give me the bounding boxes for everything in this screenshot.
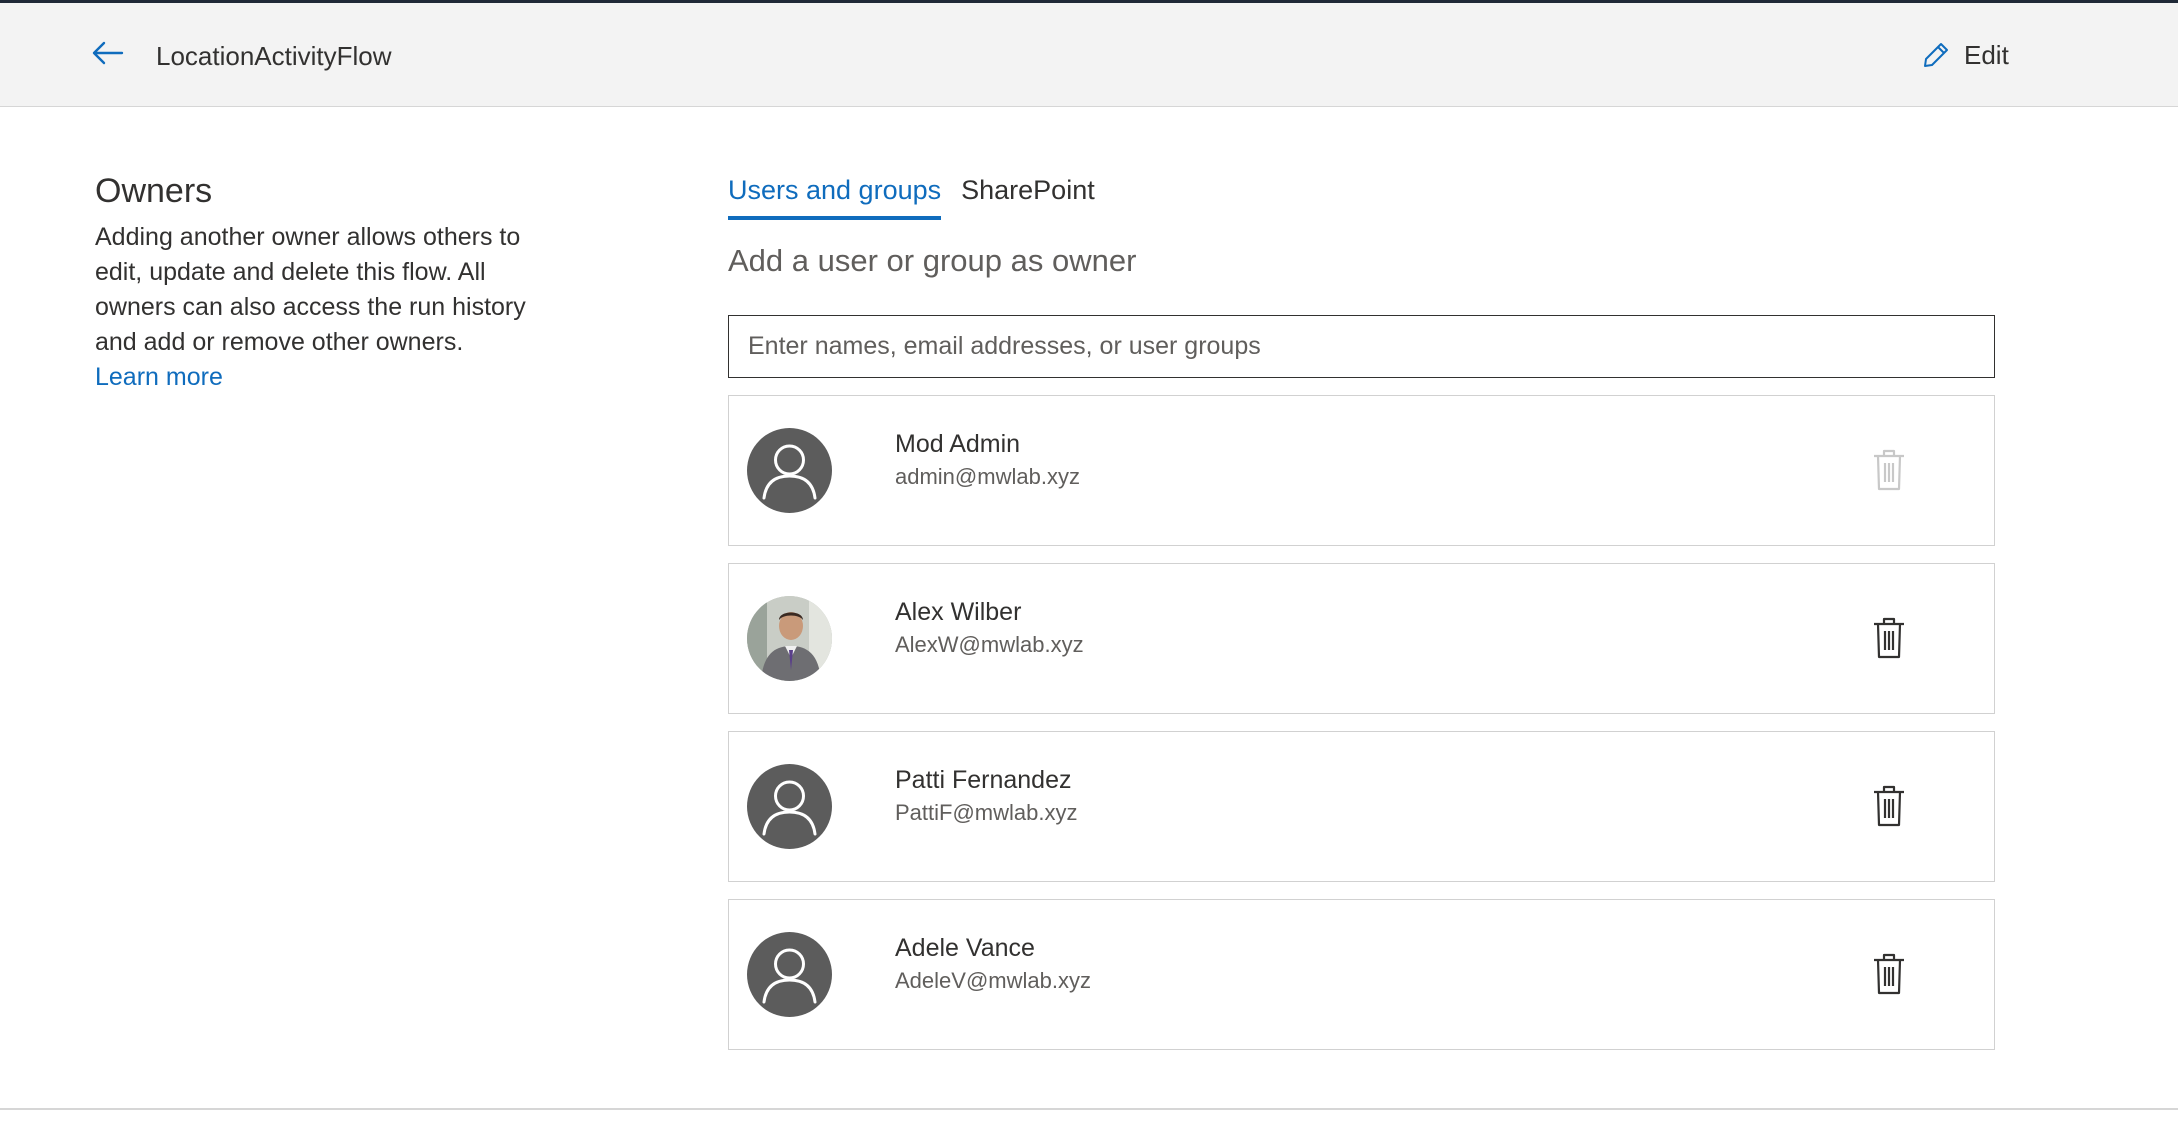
trash-icon bbox=[1874, 617, 1904, 659]
default-person-icon bbox=[762, 444, 817, 500]
owner-email: PattiF@mwlab.xyz bbox=[895, 800, 1078, 825]
learn-more-link[interactable]: Learn more bbox=[95, 360, 223, 395]
arrow-left-icon bbox=[92, 41, 124, 65]
avatar-photo bbox=[747, 596, 832, 681]
owners-title: Owners bbox=[95, 172, 213, 210]
owner-card: Adele Vance AdeleV@mwlab.xyz bbox=[728, 899, 1995, 1050]
owner-card: Mod Admin admin@mwlab.xyz bbox=[728, 395, 1995, 546]
owner-email: AlexW@mwlab.xyz bbox=[895, 632, 1084, 657]
delete-owner-button[interactable] bbox=[1859, 440, 1919, 500]
default-person-icon bbox=[762, 948, 817, 1004]
owner-email: admin@mwlab.xyz bbox=[895, 464, 1080, 489]
owner-name: Adele Vance bbox=[895, 934, 1035, 962]
owner-name: Alex Wilber bbox=[895, 598, 1022, 626]
avatar bbox=[747, 428, 832, 513]
edit-button[interactable]: Edit bbox=[1922, 33, 2009, 77]
profile-photo bbox=[747, 596, 832, 681]
pencil-icon bbox=[1924, 43, 1948, 67]
add-owner-heading: Add a user or group as owner bbox=[728, 243, 1137, 278]
owner-email: AdeleV@mwlab.xyz bbox=[895, 968, 1091, 993]
owners-description: Adding another owner allows others to ed… bbox=[95, 223, 526, 356]
header-bar: LocationActivityFlow Edit bbox=[0, 3, 2178, 107]
flow-title: LocationActivityFlow bbox=[156, 41, 392, 71]
trash-icon bbox=[1874, 953, 1904, 995]
delete-owner-button[interactable] bbox=[1859, 608, 1919, 668]
tab-sharepoint[interactable]: SharePoint bbox=[961, 170, 1095, 220]
owners-info-panel: Owners Adding another owner allows other… bbox=[95, 170, 555, 395]
owner-list: Mod Admin admin@mwlab.xyz Alex Wilber Al… bbox=[728, 395, 1995, 1067]
delete-owner-button[interactable] bbox=[1859, 944, 1919, 1004]
owner-source-tabs: Users and groups SharePoint bbox=[728, 170, 1095, 220]
trash-icon bbox=[1874, 785, 1904, 827]
edit-label: Edit bbox=[1964, 39, 2009, 70]
avatar bbox=[747, 932, 832, 1017]
default-person-icon bbox=[762, 780, 817, 836]
owner-card: Alex Wilber AlexW@mwlab.xyz bbox=[728, 563, 1995, 714]
owner-search-input[interactable] bbox=[728, 315, 1995, 378]
tab-users-and-groups[interactable]: Users and groups bbox=[728, 170, 942, 220]
trash-icon bbox=[1874, 449, 1904, 491]
back-button[interactable] bbox=[86, 31, 130, 75]
delete-owner-button[interactable] bbox=[1859, 776, 1919, 836]
bottom-divider bbox=[0, 1108, 2178, 1110]
avatar bbox=[747, 764, 832, 849]
owner-name: Mod Admin bbox=[895, 430, 1021, 458]
owner-card: Patti Fernandez PattiF@mwlab.xyz bbox=[728, 731, 1995, 882]
owner-name: Patti Fernandez bbox=[895, 766, 1072, 794]
